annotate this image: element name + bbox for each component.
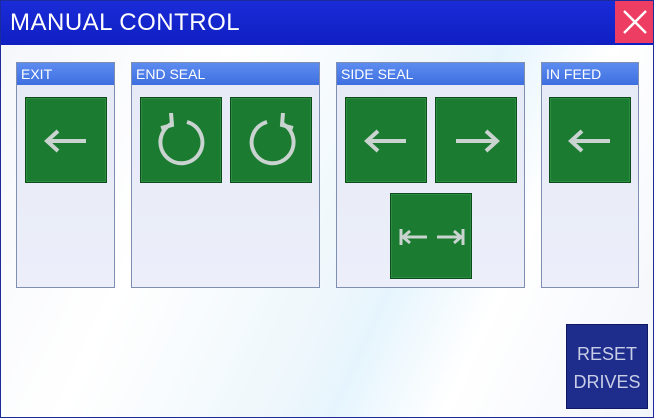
- arrow-left-icon: [364, 129, 406, 153]
- group-end-seal: END SEAL: [131, 62, 320, 288]
- rotate-clockwise-icon: [158, 112, 205, 166]
- reset-drives-button[interactable]: RESET DRIVES: [566, 324, 648, 409]
- step-arrows-icon: [399, 229, 465, 245]
- arrow-right-icon: [456, 129, 500, 153]
- in-feed-reverse-button[interactable]: [549, 97, 631, 183]
- end-seal-clockwise-button[interactable]: [140, 97, 222, 183]
- arrow-left-icon: [568, 129, 610, 153]
- end-seal-counterclockwise-button[interactable]: [230, 97, 312, 183]
- side-seal-step-button[interactable]: [390, 193, 472, 279]
- close-icon: [623, 10, 647, 34]
- group-in-feed-label: IN FEED: [542, 63, 638, 85]
- reset-drives-label-line1: RESET: [576, 344, 637, 364]
- group-end-seal-label: END SEAL: [132, 63, 319, 85]
- exit-reverse-button[interactable]: [25, 97, 107, 183]
- reset-drives-label-line2: DRIVES: [573, 372, 641, 392]
- title-bar: MANUAL CONTROL: [1, 1, 653, 45]
- side-seal-right-button[interactable]: [435, 97, 517, 183]
- manual-control-window: MANUAL CONTROL EXIT END SEAL SIDE SEAL I…: [0, 0, 654, 418]
- group-exit-label: EXIT: [17, 63, 114, 85]
- side-seal-left-button[interactable]: [345, 97, 427, 183]
- close-button[interactable]: [615, 1, 653, 43]
- group-exit: EXIT: [16, 62, 115, 288]
- group-in-feed: IN FEED: [541, 62, 639, 288]
- rotate-counterclockwise-icon: [249, 112, 296, 166]
- window-title: MANUAL CONTROL: [10, 9, 241, 36]
- group-side-seal: SIDE SEAL: [336, 62, 525, 288]
- group-side-seal-label: SIDE SEAL: [337, 63, 524, 85]
- arrow-left-icon: [44, 129, 86, 153]
